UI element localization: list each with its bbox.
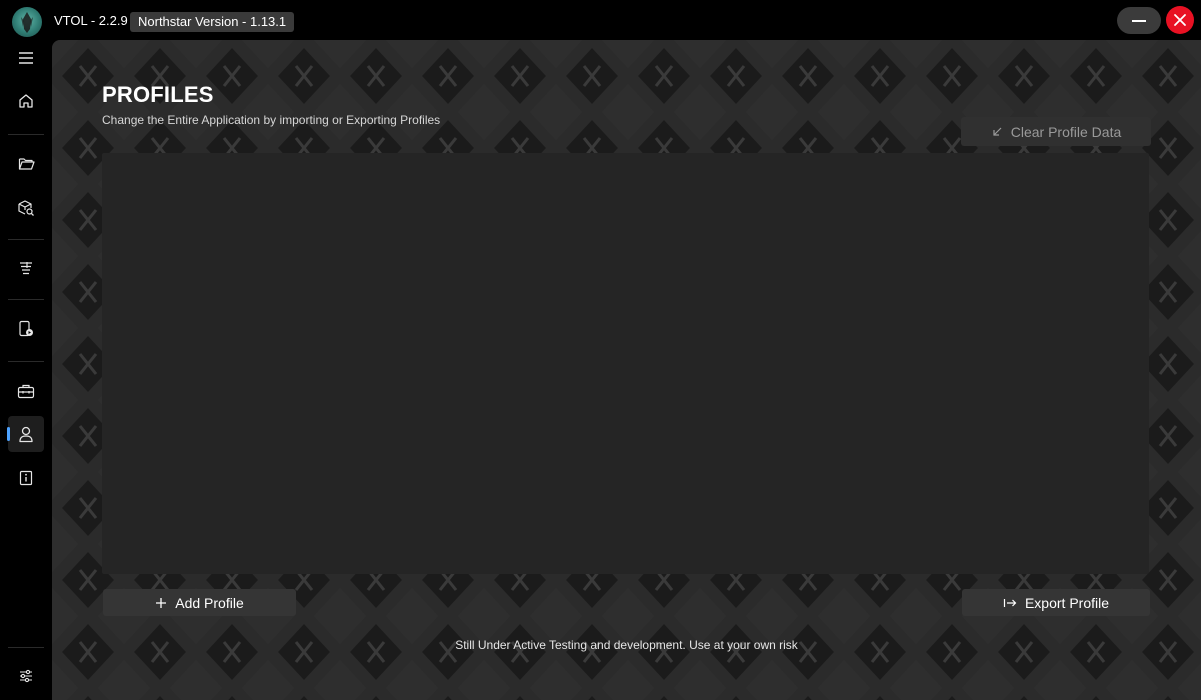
filter-lines-icon xyxy=(20,262,32,275)
sidebar-item-home[interactable] xyxy=(8,83,44,119)
sidebar-item-settings[interactable] xyxy=(8,658,44,694)
sidebar-item-mod-browser[interactable] xyxy=(8,190,44,226)
folder-icon xyxy=(18,157,35,170)
hamburger-icon xyxy=(19,52,33,64)
sidebar-divider xyxy=(8,647,44,648)
page-subtitle: Change the Entire Application by importi… xyxy=(102,113,441,127)
profiles-list[interactable] xyxy=(102,153,1149,574)
info-icon xyxy=(19,470,33,486)
footer-note: Still Under Active Testing and developme… xyxy=(455,638,798,652)
sidebar-divider xyxy=(8,239,44,240)
phone-play-icon xyxy=(19,320,33,337)
title-bar: VTOL - 2.2.9 | Northstar Version - 1.13.… xyxy=(0,0,1201,42)
minimize-button[interactable] xyxy=(1117,7,1161,34)
sidebar-item-server-tools[interactable] xyxy=(8,311,44,347)
box-search-icon xyxy=(18,200,34,216)
main-panel: PROFILES Change the Entire Application b… xyxy=(52,40,1201,700)
close-icon xyxy=(1174,14,1186,26)
app-title: VTOL - 2.2.9 | xyxy=(54,13,135,28)
sidebar-item-profiles[interactable] xyxy=(7,416,44,452)
arrow-down-left-icon xyxy=(993,127,1002,136)
plus-icon xyxy=(156,597,167,608)
sidebar-item-toolbox[interactable] xyxy=(8,373,44,409)
sidebar-item-menu[interactable] xyxy=(8,40,44,76)
export-profile-button[interactable]: Export Profile xyxy=(962,589,1150,616)
sidebar-divider xyxy=(8,299,44,300)
clear-profile-data-button[interactable]: Clear Profile Data xyxy=(961,117,1151,146)
page-title: PROFILES xyxy=(102,82,214,107)
clear-profile-data-label: Clear Profile Data xyxy=(1010,123,1122,140)
add-profile-label: Add Profile xyxy=(175,594,244,611)
vtol-logo-icon xyxy=(12,7,42,37)
toolbox-icon xyxy=(17,384,35,399)
sidebar-divider xyxy=(8,134,44,135)
export-arrow-icon xyxy=(1003,598,1017,607)
sidebar-item-about[interactable] xyxy=(8,460,44,496)
sidebar-divider xyxy=(8,361,44,362)
sidebar-item-folder[interactable] xyxy=(8,145,44,181)
user-icon xyxy=(19,426,33,442)
sidebar xyxy=(0,42,52,700)
sidebar-item-skins[interactable] xyxy=(8,250,44,286)
version-badge: Northstar Version - 1.13.1 xyxy=(130,12,295,32)
add-profile-button[interactable]: Add Profile xyxy=(103,589,296,616)
close-button[interactable] xyxy=(1166,6,1194,34)
export-profile-label: Export Profile xyxy=(1024,594,1110,611)
sliders-icon xyxy=(20,669,32,683)
home-icon xyxy=(19,94,33,108)
